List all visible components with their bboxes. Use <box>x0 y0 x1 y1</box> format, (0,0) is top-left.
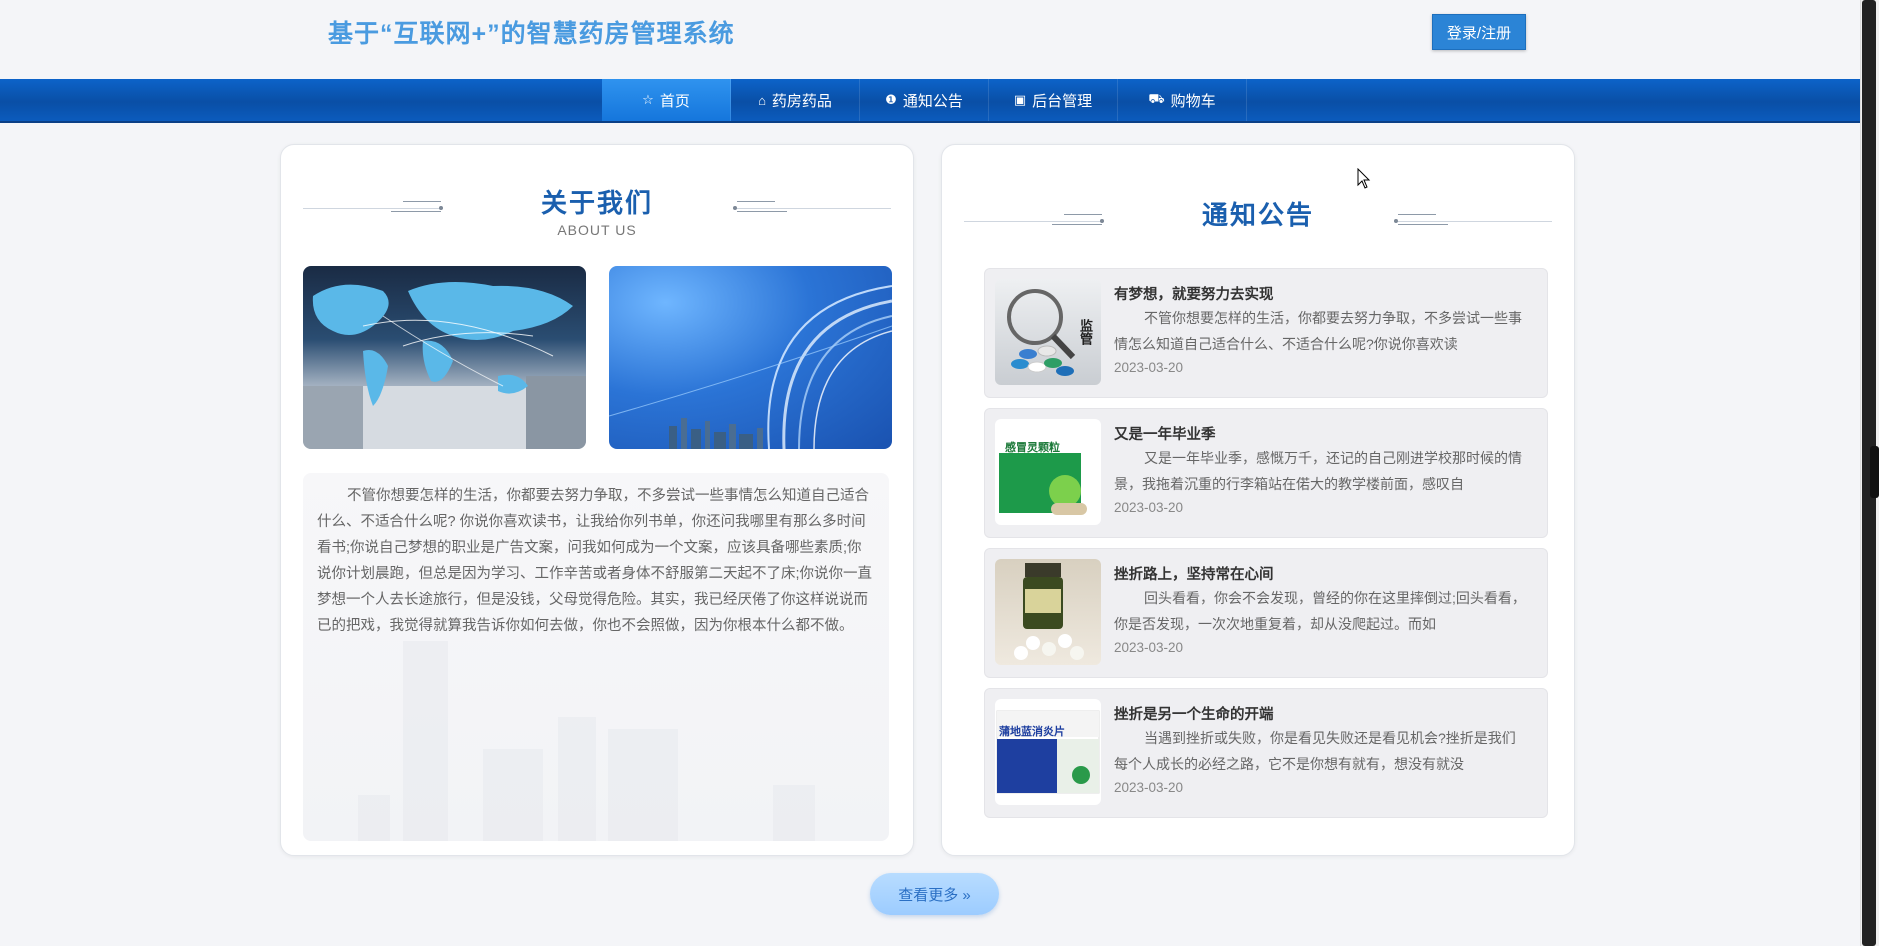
notice-item-summary: 不管你想要怎样的生活，你都要去努力争取，不多尝试一些事情怎么知道自己适合什么、不… <box>1114 310 1522 352</box>
cart-icon: ⛟ <box>1148 91 1165 106</box>
notice-item[interactable]: 感冒灵颗粒 又是一年毕业季 又是一年毕业季，感慨万千，还记的自己刚进学校那时候的… <box>984 408 1548 538</box>
site-title: 基于“互联网+”的智慧药房管理系统 <box>328 20 735 48</box>
bag-icon: ⌂ <box>758 92 766 108</box>
notice-item-summary: 回头看看，你会不会发现，曾经的你在这里摔倒过;回头看看，你是否发现，一次次地重复… <box>1114 590 1526 632</box>
scrollbar-position-marker <box>1870 446 1879 498</box>
notice-item-summary: 当遇到挫折或失败，你是看见失败还是看见机会?挫折是我们每个人成长的必经之路，它不… <box>1114 730 1516 772</box>
notice-item-date: 2023-03-20 <box>1114 640 1184 655</box>
notice-thumbnail: 监管 <box>995 279 1101 385</box>
notice-thumbnail: 蒲地蓝消炎片 <box>995 699 1101 805</box>
notice-item[interactable]: 监管 有梦想，就要努力去实现 不管你想要怎样的生活，你都要去努力争取，不多尝试一… <box>984 268 1548 398</box>
nav-home[interactable]: ☆ 首页 <box>602 79 731 121</box>
thumbnail-caption: 监管 <box>1078 319 1093 345</box>
notice-thumbnail: 感冒灵颗粒 <box>995 419 1101 525</box>
star-icon: ☆ <box>642 92 654 107</box>
nav-label: 首页 <box>659 92 690 110</box>
about-subtitle: ABOUT US <box>557 222 637 238</box>
briefcase-icon: ▣ <box>1013 92 1027 107</box>
nav-label: 购物车 <box>1170 92 1216 110</box>
title-decoration-right <box>733 201 891 215</box>
about-paragraph: 不管你想要怎样的生活，你都要去努力争取，不多尝试一些事情怎么知道自己适合什么、不… <box>317 488 873 634</box>
notice-item-title[interactable]: 挫折是另一个生命的开端 <box>1114 703 1274 724</box>
notice-item-title[interactable]: 又是一年毕业季 <box>1114 423 1216 444</box>
notice-item[interactable]: 蒲地蓝消炎片 挫折是另一个生命的开端 当遇到挫折或失败，你是看见失败还是看见机会… <box>984 688 1548 818</box>
notice-item-summary: 又是一年毕业季，感慨万千，还记的自己刚进学校那时候的情景，我拖着沉重的行李箱站在… <box>1114 450 1522 492</box>
mouse-cursor-icon <box>1357 168 1371 189</box>
notice-item-date: 2023-03-20 <box>1114 780 1184 795</box>
info-icon: ❶ <box>885 92 897 107</box>
login-register-button[interactable]: 登录/注册 <box>1432 14 1526 50</box>
nav-label: 通知公告 <box>902 92 963 110</box>
notice-item[interactable]: 挫折路上，坚持常在心间 回头看看，你会不会发现，曾经的你在这里摔倒过;回头看看，… <box>984 548 1548 678</box>
notice-item-title[interactable]: 有梦想，就要努力去实现 <box>1114 283 1274 304</box>
nav-admin[interactable]: ▣ 后台管理 <box>989 79 1118 121</box>
blue-city-image <box>609 266 892 449</box>
main-navbar: ☆ 首页 ⌂ 药房药品 ❶ 通知公告 ▣ 后台管理 ⛟ 购物车 <box>0 79 1860 123</box>
world-map-image <box>303 266 586 449</box>
about-panel: 关于我们 ABOUT US 不管你想要怎样的生活，你都要去努力争取，不多尝试一些… <box>280 144 914 856</box>
notice-item-date: 2023-03-20 <box>1114 360 1184 375</box>
notice-item-title[interactable]: 挫折路上，坚持常在心间 <box>1114 563 1274 584</box>
nav-medicines[interactable]: ⌂ 药房药品 <box>731 79 860 121</box>
thumbnail-caption: 感冒灵颗粒 <box>1005 442 1060 454</box>
nav-label: 后台管理 <box>1032 92 1093 110</box>
notice-panel: 通知公告 监管 有梦想，就要努力去实现 不管你想要怎样的生活，你都要去努力争取，… <box>941 144 1575 856</box>
nav-notices[interactable]: ❶ 通知公告 <box>860 79 989 121</box>
notice-thumbnail <box>995 559 1101 665</box>
nav-cart[interactable]: ⛟ 购物车 <box>1118 79 1247 121</box>
notice-item-date: 2023-03-20 <box>1114 500 1184 515</box>
nav-label: 药房药品 <box>771 92 832 110</box>
view-more-button[interactable]: 查看更多 » <box>870 873 999 915</box>
thumbnail-caption: 蒲地蓝消炎片 <box>999 726 1065 738</box>
title-decoration-right <box>1394 214 1552 228</box>
about-text: 不管你想要怎样的生活，你都要去努力争取，不多尝试一些事情怎么知道自己适合什么、不… <box>303 473 889 841</box>
